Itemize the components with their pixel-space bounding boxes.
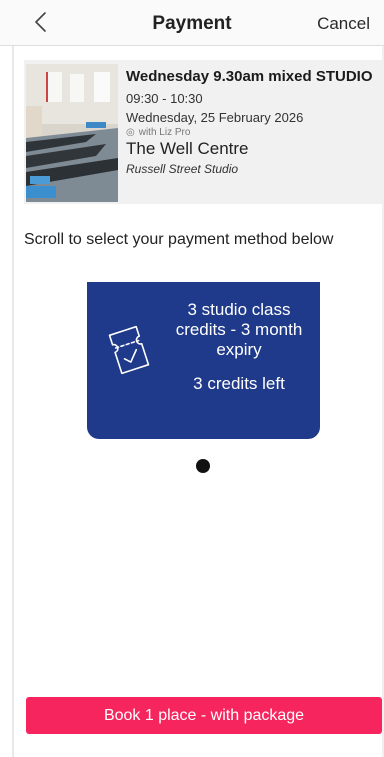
book-place-button[interactable]: Book 1 place - with package <box>26 697 382 734</box>
studio-photo <box>26 64 118 202</box>
class-time: 09:30 - 10:30 <box>126 91 203 106</box>
left-border <box>12 46 14 757</box>
venue-name: The Well Centre <box>126 139 249 158</box>
cancel-button[interactable]: Cancel <box>317 14 370 34</box>
instructor-icon: ◎ <box>126 127 135 136</box>
payment-instruction: Scroll to select your payment method bel… <box>24 231 334 248</box>
class-date: Wednesday, 25 February 2026 <box>126 110 304 125</box>
class-title: Wednesday 9.30am mixed STUDIO <box>126 68 373 85</box>
package-name: 3 studio class credits - 3 month expiry <box>175 300 303 359</box>
credits-remaining: 3 credits left <box>193 374 285 393</box>
class-details: Wednesday 9.30am mixed STUDIO 09:30 - 10… <box>126 68 376 176</box>
class-instructor: ◎ with Liz Pro <box>126 127 376 136</box>
top-bar: Payment Cancel <box>0 0 384 46</box>
payment-method-card[interactable]: 3 studio class credits - 3 month expiry … <box>87 282 320 439</box>
ticket-check-icon <box>105 322 153 378</box>
payment-screen: Payment Cancel Wednesday 9.30am mixed ST… <box>0 0 384 757</box>
carousel-page-indicator[interactable] <box>196 459 210 473</box>
venue-room: Russell Street Studio <box>126 162 239 176</box>
class-summary-card: Wednesday 9.30am mixed STUDIO 09:30 - 10… <box>24 60 382 204</box>
instructor-name: with Liz Pro <box>138 127 191 136</box>
